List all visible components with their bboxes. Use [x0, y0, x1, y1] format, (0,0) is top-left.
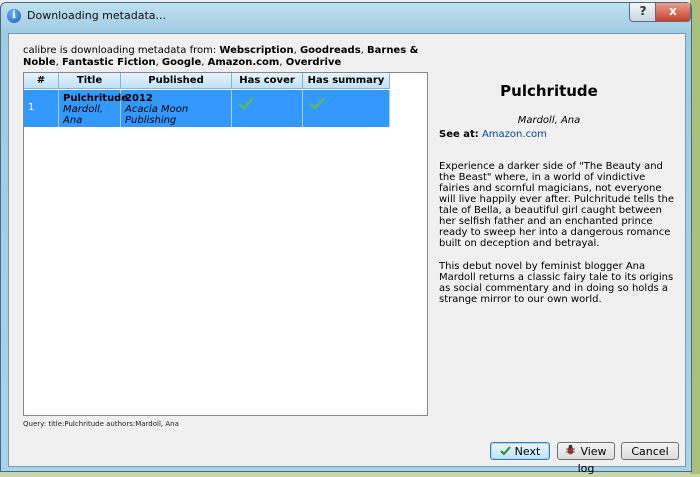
close-button[interactable]: x	[655, 3, 691, 22]
amazon-link[interactable]: Amazon.com	[482, 129, 547, 140]
details-panel: Pulchritude Mardoll, Ana See at: Amazon.…	[429, 72, 679, 372]
summary-paragraph: Experience a darker side of "The Beauty …	[439, 161, 674, 249]
bug-icon	[566, 444, 576, 455]
see-at: See at: Amazon.com	[439, 129, 547, 140]
has-summary-cell	[303, 90, 390, 127]
source-prefix: calibre is downloading metadata from:	[23, 45, 220, 56]
source-text: calibre is downloading metadata from: We…	[23, 45, 419, 68]
column-header-published[interactable]: Published	[121, 73, 232, 89]
results-table[interactable]: # Title Published Has cover Has summary …	[23, 72, 428, 416]
check-icon	[499, 446, 511, 455]
source-item: Webscription	[219, 45, 294, 56]
summary-paragraph: This debut novel by feminist blogger Ana…	[439, 261, 674, 305]
details-author: Mardoll, Ana	[517, 115, 581, 126]
column-header-has-cover[interactable]: Has cover	[232, 73, 303, 89]
source-item: Google	[161, 57, 202, 68]
table-row[interactable]: 1 Pulchritude Mardoll, Ana 2012 Acacia M…	[24, 90, 390, 127]
metadata-dialog: i Downloading metadata... ? x calibre is…	[0, 2, 692, 475]
book-title-cell: Pulchritude	[63, 93, 129, 104]
table-header: # Title Published Has cover Has summary	[24, 73, 390, 89]
published-year: 2012	[125, 93, 153, 104]
title-bar[interactable]: i Downloading metadata... ? x	[1, 3, 691, 29]
details-title: Pulchritude	[500, 82, 598, 100]
source-item: Fantastic Fiction	[61, 57, 156, 68]
help-button[interactable]: ?	[629, 3, 657, 22]
column-header-has-summary[interactable]: Has summary	[303, 73, 390, 89]
title-cell: Pulchritude Mardoll, Ana	[59, 90, 129, 127]
source-item: Goodreads	[299, 45, 361, 56]
has-cover-cell	[232, 90, 303, 127]
check-icon	[309, 97, 325, 110]
next-button[interactable]: Next	[490, 442, 550, 460]
check-icon	[238, 97, 254, 110]
view-log-button[interactable]: View log	[557, 442, 615, 475]
view-log-label: View log	[577, 445, 607, 475]
publisher-name: Acacia Moon Publishing	[125, 104, 189, 126]
source-item: Overdrive	[285, 57, 342, 68]
column-header-title[interactable]: Title	[59, 73, 121, 89]
window-title: Downloading metadata...	[27, 9, 166, 22]
dialog-body: calibre is downloading metadata from: We…	[8, 33, 686, 475]
query-text: Query: title:Pulchritude authors:Mardoll…	[23, 420, 179, 428]
book-author-cell: Mardoll, Ana	[63, 104, 104, 126]
info-icon: i	[7, 9, 21, 23]
next-label: Next	[514, 445, 541, 458]
cancel-button[interactable]: Cancel	[621, 442, 679, 460]
published-cell: 2012 Acacia Moon Publishing	[121, 90, 232, 127]
source-item: Amazon.com	[207, 57, 280, 68]
see-at-label: See at:	[439, 129, 479, 140]
summary: Experience a darker side of "The Beauty …	[439, 161, 674, 317]
column-header-number[interactable]: #	[24, 73, 59, 89]
row-number: 1	[24, 90, 59, 127]
